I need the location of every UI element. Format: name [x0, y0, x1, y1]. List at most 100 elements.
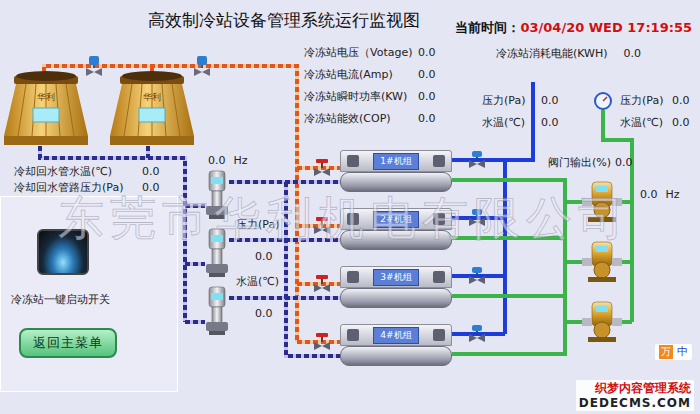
cooling-return-pipe [185, 204, 205, 208]
sensor-value: 0.0 [541, 116, 559, 129]
clock-label: 当前时间： [455, 20, 520, 35]
motor-valve-icon[interactable] [194, 56, 210, 76]
chiller-name: 1#机组 [373, 153, 418, 170]
chilled-pump-icon[interactable] [582, 240, 622, 282]
cooling-supply-pipe [297, 166, 340, 170]
sensor-value: 0.0 [672, 94, 690, 107]
controller-box [347, 271, 359, 283]
chilled-pump-frequency: 0.0Hz [640, 188, 680, 201]
chilled-supply-pipe [503, 160, 507, 334]
return-menu-button[interactable]: 返回主菜单 [19, 328, 117, 358]
sensor-reading: 压力(Pa)0.0 [620, 94, 690, 107]
energy-label: 冷冻站消耗电能(KWH) [496, 47, 608, 60]
sensor-reading: 水温(℃) 0.0 [236, 275, 279, 320]
cooling-return-readings: 冷却回水管水温(℃)0.0冷却回水管路压力(Pa)0.0 [14, 165, 160, 194]
chiller-shell [340, 230, 452, 250]
chiller-panel: 4#机组 [340, 324, 452, 346]
chilled-return-pipe [565, 260, 582, 264]
reading-value: 0.0 [418, 46, 436, 59]
reading-label: 冷冻站电流(Amp) [304, 68, 414, 81]
chiller-unit[interactable]: 3#机组 [340, 266, 452, 308]
cooling-tower[interactable]: 华利 [108, 68, 196, 146]
monitor-screen: 华利华利冷冻站电压（Votage)0.0冷冻站电流(Amp)0.0冷冻站瞬时功率… [0, 0, 700, 414]
reading-value: 0.0 [418, 112, 436, 125]
reading-label: 冷却回水管路压力(Pa) [14, 181, 142, 194]
tower-brand: 华利 [37, 92, 55, 102]
chilled-return-pipe [565, 320, 582, 324]
cooling-supply-pipe [297, 340, 340, 344]
sensor-label: 压力(Pa) [236, 218, 279, 231]
cooling-pump-icon[interactable] [205, 170, 229, 220]
sensor-label: 水温(℃) [236, 275, 279, 288]
diagram-canvas: 华利华利冷冻站电压（Votage)0.0冷冻站电流(Amp)0.0冷冻站瞬时功率… [0, 0, 700, 414]
chiller-shell [340, 288, 452, 308]
reading-value: 0.0 [142, 165, 160, 178]
chilled-return-pipe [452, 294, 565, 298]
site-url: DEDECMS.COM [579, 396, 691, 410]
chiller-panel: 1#机组 [340, 150, 452, 172]
chilled-pump-icon[interactable] [582, 300, 622, 342]
cooling-pump-icon[interactable] [205, 228, 229, 278]
condenser-sensors: 压力(Pa) 0.0 水温(℃) 0.0 [236, 218, 279, 320]
chilled-return-pipe [452, 180, 565, 354]
cooling-return-pipe [185, 262, 205, 266]
cooling-pump-icon[interactable] [205, 286, 229, 336]
sensor-label: 水温(℃) [482, 116, 541, 129]
inlet-valve-icon[interactable] [313, 159, 331, 177]
valve-output-label: 阀门输出(%) [548, 156, 611, 169]
sensor-value: 0.0 [236, 250, 279, 263]
outlet-valve-icon[interactable] [468, 267, 486, 285]
motor-valve-icon[interactable] [86, 56, 102, 76]
outlet-valve-icon[interactable] [468, 325, 486, 343]
chiller-unit[interactable]: 1#机组 [340, 150, 452, 192]
cooling-return-pipe [146, 146, 150, 158]
chilled-supply-sensors: 压力(Pa)0.0水温(℃)0.0 [482, 94, 559, 129]
chiller-shell [340, 172, 452, 192]
cooling-return-pipe [185, 320, 205, 324]
chiller-name: 2#机组 [373, 211, 418, 228]
chilled-pump-icon[interactable] [582, 180, 622, 222]
sensor-reading: 压力(Pa)0.0 [482, 94, 559, 107]
controller-box [433, 213, 445, 225]
chiller-unit[interactable]: 4#机组 [340, 324, 452, 366]
power-switch-icon[interactable] [37, 229, 89, 275]
control-panel: 冷冻站一键启动开关返回主菜单 [0, 196, 178, 392]
tower-brand: 华利 [143, 92, 161, 102]
reading-value: 0.0 [418, 90, 436, 103]
valve-output: 阀门输出(%) 0.0 [548, 156, 633, 169]
cooling-return-pipe [185, 320, 205, 324]
switch-label: 冷冻站一键启动开关 [11, 293, 110, 306]
cooling-supply-pipe [297, 224, 340, 228]
chilled-supply-pipe [452, 274, 505, 278]
sensor-value: 0.0 [541, 94, 559, 107]
controller-box [347, 213, 359, 225]
cooling-return-pipe [185, 204, 205, 208]
chiller-shell [340, 346, 452, 366]
clock: 当前时间：03/04/20 WED 17:19:55 [455, 19, 692, 37]
outlet-valve-icon[interactable] [468, 151, 486, 169]
company-watermark: 东莞市华利机电有限公司 [58, 188, 630, 250]
chiller-name: 4#机组 [373, 327, 418, 344]
input-badge[interactable]: 万中 [655, 344, 692, 360]
frequency-unit: Hz [234, 154, 248, 167]
pressure-gauge-icon[interactable] [594, 92, 612, 110]
controller-box [433, 271, 445, 283]
inlet-valve-icon[interactable] [313, 275, 331, 293]
controller-box [347, 329, 359, 341]
valve-output-value: 0.0 [615, 156, 633, 169]
outlet-valve-icon[interactable] [468, 209, 486, 227]
inlet-valve-icon[interactable] [313, 217, 331, 235]
chilled-return-pipe [452, 236, 565, 240]
sensor-value: 0.0 [236, 307, 279, 320]
reading-label: 冷却回水管水温(℃) [14, 165, 142, 178]
sensor-label: 压力(Pa) [482, 94, 541, 107]
chiller-panel: 3#机组 [340, 266, 452, 288]
cooling-tower[interactable]: 华利 [2, 68, 90, 146]
cooling-return-pipe [286, 182, 340, 356]
inlet-valve-icon[interactable] [313, 333, 331, 351]
energy-value: 0.0 [624, 47, 642, 60]
frequency-value: 0.0 [640, 188, 658, 201]
chiller-unit[interactable]: 2#机组 [340, 208, 452, 250]
sensor-value: 0.0 [672, 116, 690, 129]
chilled-supply-pipe [452, 332, 505, 336]
